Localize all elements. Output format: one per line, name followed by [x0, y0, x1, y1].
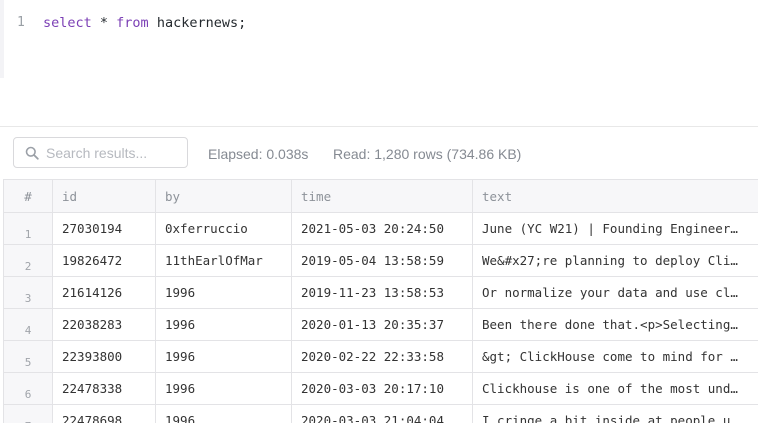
cell-text[interactable]: &gt; ClickHouse come to mind for … — [472, 340, 758, 373]
table-row: 1 27030194 0xferruccio 2021-05-03 20:24:… — [3, 212, 758, 245]
table-row: 2 19826472 11thEarlOfMar 2019-05-04 13:5… — [3, 244, 758, 277]
row-number: 6 — [3, 372, 53, 405]
cell-id[interactable]: 22038283 — [52, 308, 156, 341]
query-star: * — [91, 15, 117, 31]
search-icon — [25, 146, 39, 160]
cell-by[interactable]: 1996 — [155, 372, 292, 405]
table-row: 5 22393800 1996 2020-02-22 22:33:58 &gt;… — [3, 340, 758, 373]
cell-text[interactable]: We&#x27;re planning to deploy Cli… — [472, 244, 758, 277]
row-number: 2 — [3, 244, 53, 277]
search-results-box[interactable] — [13, 137, 188, 168]
cell-id[interactable]: 27030194 — [52, 212, 156, 245]
line-number: 1 — [17, 15, 25, 30]
table-row: 7 22478698 1996 2020-03-03 21:04:04 I cr… — [3, 404, 758, 423]
query-line[interactable]: select * from hackernews; — [43, 15, 246, 31]
cell-time[interactable]: 2021-05-03 20:24:50 — [291, 212, 473, 245]
row-number: 7 — [3, 404, 53, 423]
editor-gutter-strip — [0, 0, 4, 78]
search-input[interactable] — [46, 143, 184, 163]
keyword-from: from — [116, 15, 149, 31]
cell-time[interactable]: 2020-03-03 21:04:04 — [291, 404, 473, 423]
cell-time[interactable]: 2019-11-23 13:58:53 — [291, 276, 473, 309]
column-header-rownum: # — [3, 179, 53, 213]
query-table-name: hackernews; — [148, 15, 247, 31]
cell-text[interactable]: I cringe a bit inside at people u… — [472, 404, 758, 423]
column-header-by[interactable]: by — [155, 179, 292, 213]
cell-time[interactable]: 2020-01-13 20:35:37 — [291, 308, 473, 341]
cell-by[interactable]: 0xferruccio — [155, 212, 292, 245]
cell-time[interactable]: 2020-03-03 20:17:10 — [291, 372, 473, 405]
read-stat: Read: 1,280 rows (734.86 KB) — [333, 146, 522, 162]
cell-text[interactable]: June (YC W21) | Founding Engineer… — [472, 212, 758, 245]
cell-by[interactable]: 1996 — [155, 340, 292, 373]
row-number: 1 — [3, 212, 53, 245]
cell-by[interactable]: 1996 — [155, 308, 292, 341]
column-header-text[interactable]: text — [472, 179, 758, 213]
sql-editor[interactable]: 1 select * from hackernews; — [0, 0, 758, 127]
cell-text[interactable]: Clickhouse is one of the most und… — [472, 372, 758, 405]
results-table: # id by time text 1 27030194 0xferruccio… — [3, 179, 758, 423]
keyword-select: select — [43, 15, 92, 31]
cell-by[interactable]: 1996 — [155, 276, 292, 309]
table-row: 6 22478338 1996 2020-03-03 20:17:10 Clic… — [3, 372, 758, 405]
table-row: 3 21614126 1996 2019-11-23 13:58:53 Or n… — [3, 276, 758, 309]
table-row: 4 22038283 1996 2020-01-13 20:35:37 Been… — [3, 308, 758, 341]
cell-id[interactable]: 22478698 — [52, 404, 156, 423]
cell-time[interactable]: 2019-05-04 13:58:59 — [291, 244, 473, 277]
cell-time[interactable]: 2020-02-22 22:33:58 — [291, 340, 473, 373]
cell-id[interactable]: 21614126 — [52, 276, 156, 309]
column-header-id[interactable]: id — [52, 179, 156, 213]
header-row: # id by time text — [3, 179, 758, 213]
cell-id[interactable]: 22393800 — [52, 340, 156, 373]
results-toolbar: Elapsed: 0.038s Read: 1,280 rows (734.86… — [0, 127, 758, 179]
cell-text[interactable]: Or normalize your data and use cl… — [472, 276, 758, 309]
cell-id[interactable]: 19826472 — [52, 244, 156, 277]
cell-text[interactable]: Been there done that.<p>Selecting… — [472, 308, 758, 341]
row-number: 5 — [3, 340, 53, 373]
column-header-time[interactable]: time — [291, 179, 473, 213]
elapsed-stat: Elapsed: 0.038s — [208, 146, 309, 162]
cell-by[interactable]: 1996 — [155, 404, 292, 423]
cell-by[interactable]: 11thEarlOfMar — [155, 244, 292, 277]
row-number: 3 — [3, 276, 53, 309]
cell-id[interactable]: 22478338 — [52, 372, 156, 405]
row-number: 4 — [3, 308, 53, 341]
